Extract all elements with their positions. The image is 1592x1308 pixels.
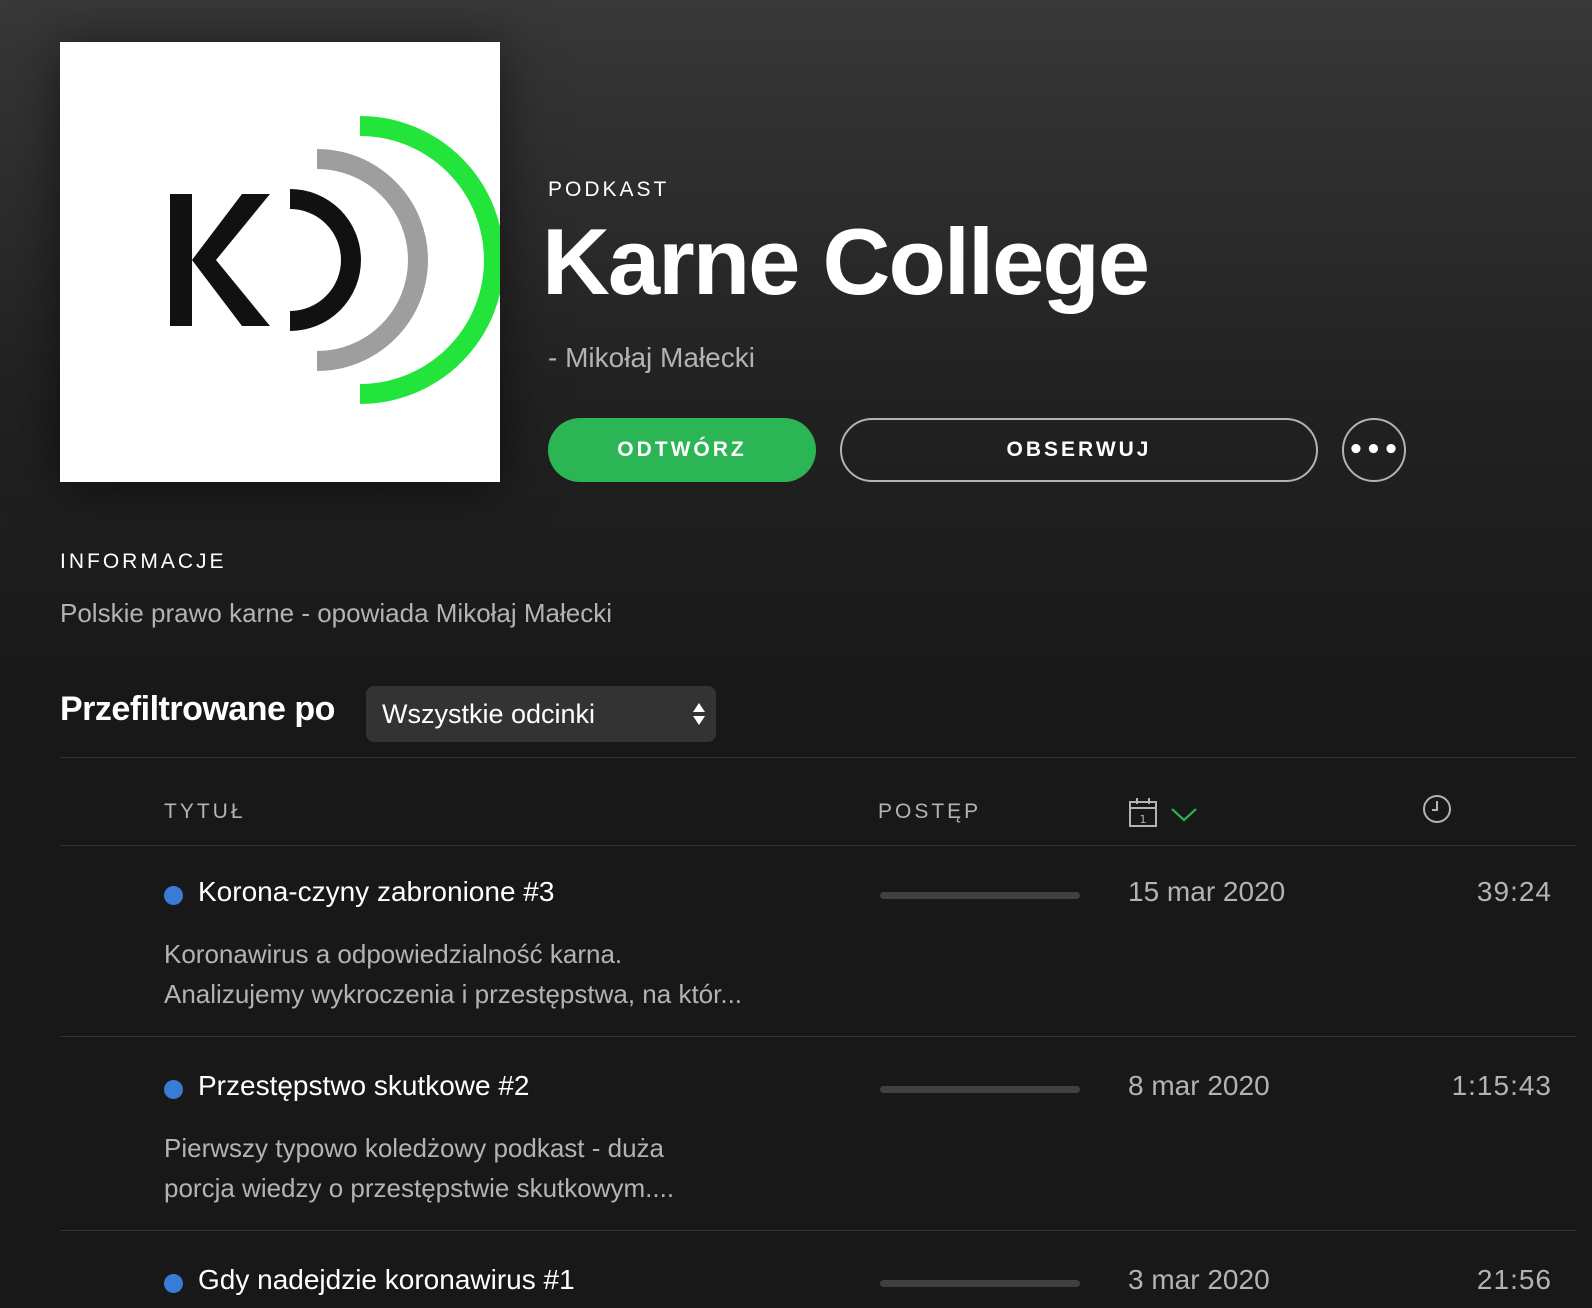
episode-filter-select[interactable]: Wszystkie odcinki [366,686,716,742]
column-header-title[interactable]: TYTUŁ [164,800,246,824]
episode-duration: 21:56 [1476,1264,1552,1295]
episode-row[interactable]: Gdy nadejdzie koronawirus #1 3 mar 2020 … [60,1236,1576,1308]
episode-date: 15 mar 2020 [1128,876,1286,907]
unplayed-indicator [164,1274,183,1293]
episode-row[interactable]: Korona-czyny zabronione #3 Koronawirus a… [60,848,1576,1042]
logo-k-lower-arm [192,260,270,326]
episode-description-line: Pierwszy typowo koledżowy podkast - duża [164,1133,665,1163]
episode-description: Pierwszy typowo koledżowy podkast - duża… [164,1128,824,1208]
episode-progress-bar [880,1280,1080,1287]
episode-description-line: porcja wiedzy o przestępstwie skutkowym.… [164,1173,675,1203]
logo-k-upper-arm [192,194,270,260]
play-button[interactable]: ODTWÓRZ [548,418,816,482]
episode-date: 3 mar 2020 [1128,1264,1270,1295]
row-divider [60,1230,1576,1231]
filter-selected-value: Wszystkie odcinki [382,699,596,729]
sort-chevron-down-icon[interactable] [1170,806,1198,822]
episode-description: Koronawirus a odpowiedzialność karna. An… [164,934,824,1014]
section-divider [60,757,1576,758]
episode-row[interactable]: Przestępstwo skutkowe #2 Pierwszy typowo… [60,1042,1576,1236]
row-divider [60,1036,1576,1037]
episode-duration: 1:15:43 [1451,1070,1552,1101]
podcast-author: - Mikołaj Małecki [548,342,755,373]
podcast-cover-image [60,42,500,482]
episode-duration: 39:24 [1476,876,1552,907]
logo-middle-arc [316,149,428,371]
episode-description-line: Analizujemy wykroczenia i przestępstwa, … [164,979,743,1009]
episode-progress-bar [880,892,1080,899]
episode-progress-bar [880,1086,1080,1093]
column-header-progress[interactable]: POSTĘP [878,800,981,824]
logo-inner-arc [289,189,361,331]
karne-college-logo-icon [170,116,500,404]
page-title: Karne College [542,209,1150,314]
table-header-divider [60,845,1576,846]
filter-label: Przefiltrowane po [60,690,335,728]
episode-description-line: Koronawirus a odpowiedzialność karna. [164,939,623,969]
episode-date: 8 mar 2020 [1128,1070,1270,1101]
select-updown-icon [693,703,705,725]
info-heading: INFORMACJE [60,550,227,573]
podcast-description: Polskie prawo karne - opowiada Mikołaj M… [60,598,613,628]
episode-title[interactable]: Przestępstwo skutkowe #2 [198,1070,530,1102]
calendar-icon[interactable]: 1 [1128,796,1158,828]
content-type-label: PODKAST [548,178,670,201]
logo-k-stem [170,194,192,326]
clock-icon[interactable] [1422,794,1452,824]
follow-button[interactable]: OBSERWUJ [840,418,1318,482]
unplayed-indicator [164,886,183,905]
unplayed-indicator [164,1080,183,1099]
svg-text:1: 1 [1140,813,1147,826]
more-options-button[interactable]: ••• [1342,418,1406,482]
episode-title[interactable]: Korona-czyny zabronione #3 [198,876,554,908]
episode-title[interactable]: Gdy nadejdzie koronawirus #1 [198,1264,575,1296]
